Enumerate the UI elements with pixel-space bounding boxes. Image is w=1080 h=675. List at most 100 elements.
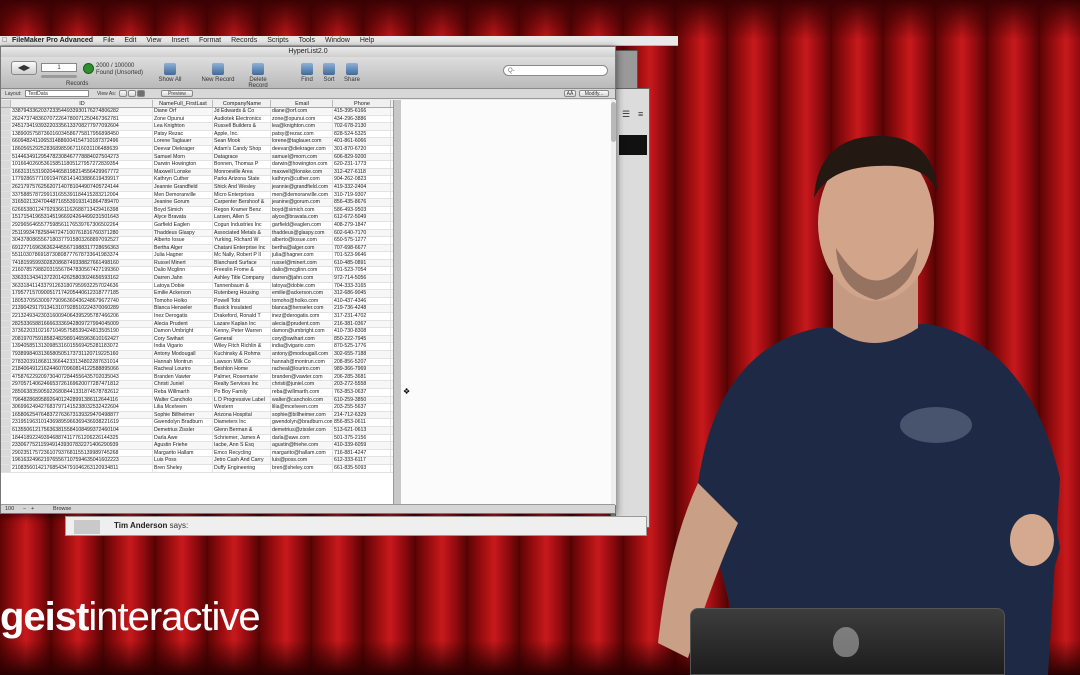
cell-name[interactable]: Alyce Bravata bbox=[153, 214, 213, 221]
cell-id[interactable]: 1658062547648372763673139329470498877 bbox=[11, 411, 153, 419]
cell-phone[interactable]: 612-333-6117 bbox=[333, 457, 391, 464]
cell-id[interactable]: 1795771570900517174205440612318777185 bbox=[11, 290, 153, 297]
quick-find-input[interactable]: Q- bbox=[503, 65, 608, 76]
cell-company[interactable]: General bbox=[213, 335, 271, 343]
cell-email[interactable]: inez@derogatis.com bbox=[271, 313, 333, 320]
cell-phone[interactable]: 310-719-9307 bbox=[333, 191, 391, 199]
view-as-table-button[interactable] bbox=[137, 90, 145, 97]
cell-phone[interactable]: 870-525-1776 bbox=[333, 343, 391, 350]
cell-id[interactable]: 1016640260536158511805127957272839354 bbox=[11, 161, 153, 168]
cell-company[interactable]: Mc Nally, Robert P II bbox=[213, 252, 271, 259]
row-selector[interactable] bbox=[1, 381, 11, 388]
cell-phone[interactable]: 317-231-4702 bbox=[333, 313, 391, 320]
cell-company[interactable]: Busick Insulated bbox=[213, 305, 271, 313]
cell-name[interactable]: Jeannie Grandfield bbox=[153, 183, 213, 191]
row-selector[interactable] bbox=[1, 214, 11, 221]
row-selector[interactable] bbox=[1, 221, 11, 229]
record-number-input[interactable]: 1 bbox=[41, 63, 77, 72]
table-row[interactable]: 6912771696363624455671988317728656363 Ber… bbox=[1, 244, 401, 253]
cell-company[interactable]: Schriemer, James A bbox=[213, 434, 271, 442]
cell-id[interactable]: 7964828689589264012428991386112644116 bbox=[11, 396, 153, 404]
cell-phone[interactable]: 989-366-7969 bbox=[333, 366, 391, 373]
window-title-bar[interactable]: HyperList2.0 bbox=[1, 47, 615, 57]
row-selector[interactable] bbox=[1, 305, 11, 313]
table-row[interactable]: 1779286577109194768141403886619439917 Kat… bbox=[1, 176, 401, 184]
cell-email[interactable]: diane@orf.com bbox=[271, 108, 333, 115]
row-selector[interactable] bbox=[1, 396, 11, 404]
cell-company[interactable]: L D Progressive Label bbox=[213, 396, 271, 404]
row-selector[interactable] bbox=[1, 457, 11, 464]
cell-email[interactable]: maxwell@lonske.com bbox=[271, 168, 333, 176]
cell-phone[interactable]: 401-861-6066 bbox=[333, 138, 391, 145]
cell-email[interactable]: alecia@prudent.com bbox=[271, 320, 333, 328]
cell-company[interactable]: Tannenbaum & bbox=[213, 282, 271, 290]
cell-name[interactable]: Gwendolyn Bradburn bbox=[153, 419, 213, 426]
cell-name[interactable]: Luis Poss bbox=[153, 457, 213, 464]
cell-company[interactable]: Apple, Inc. bbox=[213, 130, 271, 138]
table-row[interactable]: 6135506121756363815584108499372460104 Dem… bbox=[1, 426, 401, 435]
cell-phone[interactable]: 408-279-1847 bbox=[333, 221, 391, 229]
row-selector[interactable] bbox=[1, 358, 11, 366]
row-selector[interactable] bbox=[1, 411, 11, 419]
cell-id[interactable]: 1860565292528368985967116031106488639 bbox=[11, 145, 153, 153]
row-selector[interactable] bbox=[1, 191, 11, 199]
cell-email[interactable]: blanca@henseler.com bbox=[271, 305, 333, 313]
row-selector[interactable] bbox=[1, 176, 11, 183]
cell-email[interactable]: samuel@morn.com bbox=[271, 153, 333, 161]
row-selector[interactable] bbox=[1, 351, 11, 358]
cell-phone[interactable]: 410-437-4346 bbox=[333, 297, 391, 305]
cell-name[interactable]: Demetrius Zissler bbox=[153, 426, 213, 434]
table-row[interactable]: 2850638359059226808441331874578782612 Reb… bbox=[1, 388, 401, 397]
cell-id[interactable]: 5144634912954782308467778884027504273 bbox=[11, 153, 153, 161]
table-row[interactable]: 2213249342303160094064395295787466206 Ine… bbox=[1, 313, 401, 321]
cell-name[interactable]: Lea Knighton bbox=[153, 123, 213, 130]
cell-company[interactable]: Sean Mook bbox=[213, 138, 271, 145]
table-row[interactable]: 7418159599302820868749338827661498160 Rus… bbox=[1, 259, 401, 268]
cell-name[interactable]: Russel Minert bbox=[153, 259, 213, 267]
table-row[interactable]: 1795771570900517174205440612318777185 Emi… bbox=[1, 290, 401, 298]
cell-company[interactable]: Blanchard Surface bbox=[213, 259, 271, 267]
cell-name[interactable]: Lorene Taglauer bbox=[153, 138, 213, 145]
table-row[interactable]: 3363313434137220142625803024656593162 Dar… bbox=[1, 275, 401, 283]
cell-phone[interactable]: 702-678-2130 bbox=[333, 123, 391, 130]
row-selector[interactable] bbox=[1, 130, 11, 138]
cell-id[interactable]: 3069962494276837971415238032532422604 bbox=[11, 404, 153, 411]
cell-phone[interactable]: 707-698-6677 bbox=[333, 244, 391, 252]
table-row[interactable]: 3375885787299131655391184415283212004 Men… bbox=[1, 191, 401, 200]
row-selector[interactable] bbox=[1, 388, 11, 396]
table-row[interactable]: 2783203918681136644233134802287631014 Han… bbox=[1, 358, 401, 367]
cell-phone[interactable]: 701-523-9646 bbox=[333, 252, 391, 259]
cell-email[interactable]: jeanine@gorum.com bbox=[271, 199, 333, 206]
row-selector[interactable] bbox=[1, 244, 11, 252]
cell-email[interactable]: gwendolyn@bradburn.com bbox=[271, 419, 333, 426]
cell-id[interactable]: 7938998403136580505173731120719225160 bbox=[11, 351, 153, 358]
table-row[interactable]: 7964828689589264012428991386112644116 Wal… bbox=[1, 396, 401, 405]
row-selector[interactable] bbox=[1, 343, 11, 350]
menu-format[interactable]: Format bbox=[199, 37, 221, 44]
cell-company[interactable]: Datagrace bbox=[213, 153, 271, 161]
cell-phone[interactable]: 501-375-2156 bbox=[333, 434, 391, 442]
table-row[interactable]: 2624737483607072264780071250467362781 Zon… bbox=[1, 115, 401, 124]
cell-name[interactable]: Boyd Simich bbox=[153, 206, 213, 214]
table-row[interactable]: 1517154196531451966924264499231501643 Aly… bbox=[1, 214, 401, 222]
menu-window[interactable]: Window bbox=[325, 37, 350, 44]
cell-id[interactable]: 1394058513130985316015569425281183072 bbox=[11, 343, 153, 350]
cell-email[interactable]: hannah@montrun.com bbox=[271, 358, 333, 366]
row-selector[interactable] bbox=[1, 373, 11, 381]
table-row[interactable]: 2825336588166663336942809727994045009 Ale… bbox=[1, 320, 401, 329]
vertical-scrollbar[interactable] bbox=[611, 100, 616, 505]
cell-company[interactable]: Glenn Berman & bbox=[213, 426, 271, 434]
cell-company[interactable]: Parks Arizona State bbox=[213, 176, 271, 183]
cell-email[interactable]: sophie@billheimer.com bbox=[271, 411, 333, 419]
cell-company[interactable]: Kuchinsky & Rohms bbox=[213, 351, 271, 358]
cell-email[interactable]: zone@opunui.com bbox=[271, 115, 333, 123]
menu-insert[interactable]: Insert bbox=[171, 37, 189, 44]
table-row[interactable]: 3165021324704487165539193141864789470 Jea… bbox=[1, 199, 401, 207]
cell-name[interactable]: Antony Modougall bbox=[153, 351, 213, 358]
cell-phone[interactable]: 312-686-9045 bbox=[333, 290, 391, 297]
cell-id[interactable]: 1779286577109194768141403886619439917 bbox=[11, 176, 153, 183]
row-selector[interactable] bbox=[1, 297, 11, 305]
cell-phone[interactable]: 415-395-6166 bbox=[333, 108, 391, 115]
preview-button[interactable]: Preview bbox=[161, 90, 193, 97]
cell-phone[interactable]: 203-272-5558 bbox=[333, 381, 391, 388]
